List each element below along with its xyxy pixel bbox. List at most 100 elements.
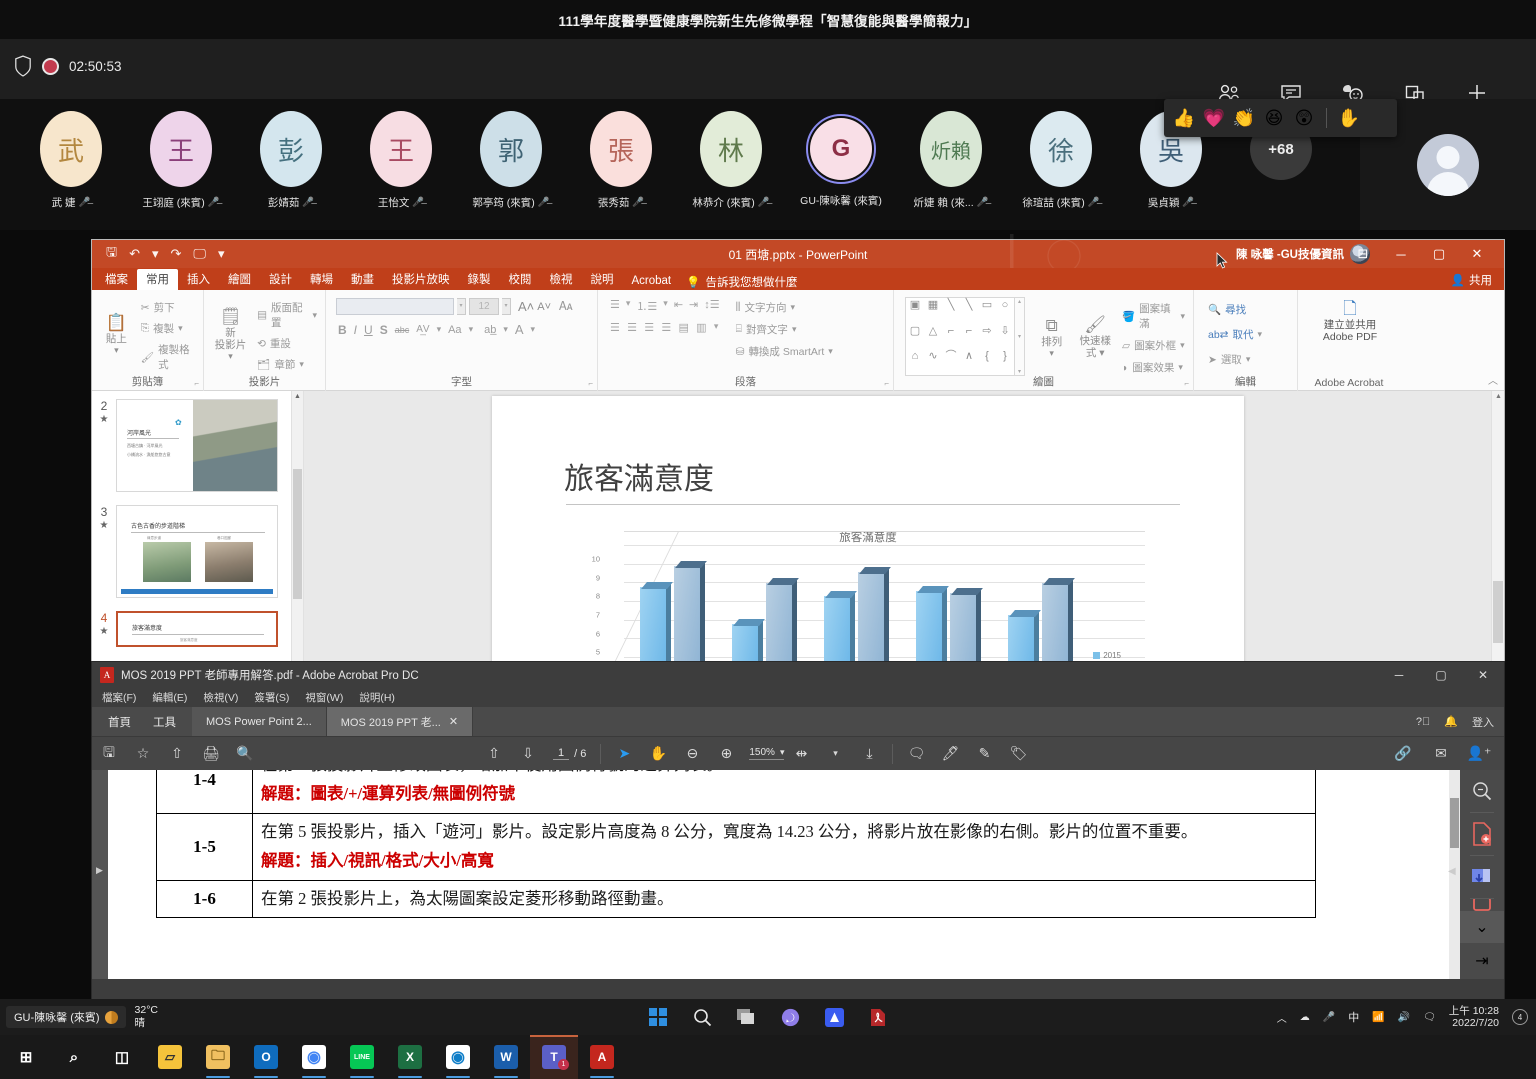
shape-freeform-icon[interactable]: ∿ [924,349,942,375]
outlook-app[interactable]: O [242,1035,290,1079]
replace-button[interactable]: ab⇄ 取代 ▾ [1206,326,1291,343]
chart-bar[interactable] [674,561,707,671]
shape-outline-button[interactable]: ▱ 圖案外框 ▾ [1120,337,1187,354]
document-tab[interactable]: MOS Power Point 2... [192,707,327,736]
current-slide[interactable]: 旅客滿意度 旅客滿意度 10987654 2015 2019 [492,396,1244,676]
acrobat-app[interactable]: A [578,1035,626,1079]
shape-triangle-icon[interactable]: △ [924,324,942,350]
underline-button[interactable]: U [364,323,373,337]
sign-icon[interactable]: ✎ [967,737,1001,771]
create-pdf-icon[interactable] [1460,813,1504,855]
comment-icon[interactable]: 🗨 [899,737,933,771]
reaction-heart[interactable]: 💗 [1202,109,1226,127]
select-button[interactable]: ➤ 選取 ▾ [1206,351,1291,368]
chart-bar[interactable] [950,587,983,671]
chart-bar[interactable] [824,591,857,671]
file-explorer-app[interactable]: 🗀 [194,1035,242,1079]
slide-scrollbar[interactable]: ▲ ▼ [1491,391,1504,669]
chevron-down-icon[interactable]: ▾ [437,324,442,335]
word-app[interactable]: W [482,1035,530,1079]
thumbnail-scrollbar[interactable]: ▲ [291,391,303,669]
save-icon[interactable]: 🖫 [92,737,126,771]
shape-roundrect-icon[interactable]: ▢ [906,324,924,350]
close-button[interactable]: ✕ [1462,662,1504,687]
link-icon[interactable]: 🔗 [1386,737,1420,771]
expand-nav-pane-icon[interactable]: ▶ [96,865,103,876]
chevron-down-icon[interactable]: ▾ [1180,340,1185,351]
find-button[interactable]: 🔍 尋找 [1206,301,1291,318]
stamp-icon[interactable]: 🏷 [1001,737,1035,771]
participant-tile[interactable]: 張 張秀茹 🎤̶ [576,111,666,210]
chevron-down-icon[interactable]: ▾ [531,324,536,335]
font-name-dropdown-icon[interactable]: ▾ [457,298,466,315]
teams-chat-icon[interactable] [779,1006,801,1028]
menu-sign[interactable]: 簽署(S) [254,690,289,705]
fill-sign-icon[interactable]: ⤓ [852,737,886,771]
minimize-button[interactable]: ─ [1378,662,1420,687]
tab-animations[interactable]: 動畫 [342,269,383,290]
font-name-input[interactable] [336,298,454,315]
columns-icon[interactable]: ▥ [696,321,708,334]
page-up-icon[interactable]: ⇧ [477,737,511,771]
menu-window[interactable]: 視窗(W) [305,690,343,705]
format-painter-button[interactable]: 🖌 複製格式 [139,341,197,373]
line-spacing-icon[interactable]: ↕☰ [704,298,719,314]
participant-tile[interactable]: 王 王怡文 🎤̶ [356,111,446,210]
distributed-icon[interactable]: ▤ [679,321,691,334]
chevron-down-icon[interactable]: ▾ [663,298,668,314]
shape-right-brace-icon[interactable]: } [996,349,1014,375]
slide-thumbnail[interactable]: 旅客滿意度 旅客滿意度 [116,611,278,647]
font-size-dropdown-icon[interactable]: ▾ [502,298,511,315]
cut-button[interactable]: ✂ 剪下 [139,299,197,316]
chevron-down-icon[interactable]: ▾ [828,346,833,357]
minimize-button[interactable]: ─ [1382,240,1420,268]
mic-icon[interactable]: 🎤 [1323,1012,1335,1023]
justify-icon[interactable]: ☰ [661,321,672,334]
italic-button[interactable]: I [354,323,357,337]
align-text-button[interactable]: ⌸ 對齊文字 ▾ [734,321,835,338]
clipboard-dialog-launcher[interactable]: ⌐ [194,379,199,388]
convert-smartart-button[interactable]: ⛁ 轉換成 SmartArt ▾ [734,343,835,360]
zoom-out-icon[interactable]: ⊖ [675,737,709,771]
acrobat-icon[interactable] [867,1006,889,1028]
chevron-down-icon[interactable]: ▾ [1178,362,1183,373]
chart-bar[interactable] [1042,578,1075,671]
tab-view[interactable]: 檢視 [541,269,582,290]
wifi-icon[interactable]: 📶 [1372,1012,1384,1023]
app-icon[interactable] [823,1006,845,1028]
menu-help[interactable]: 說明(H) [359,690,395,705]
shape-down-arrow-icon[interactable]: ⇩ [996,324,1014,350]
chevron-down-icon[interactable]: ▾ [469,324,474,335]
upload-icon[interactable]: ⇧ [160,737,194,771]
tell-me-search[interactable]: 💡 告訴我您想做什麼 [686,274,797,290]
volume-icon[interactable]: 🔊 [1398,1012,1410,1023]
menu-view[interactable]: 檢視(V) [203,690,238,705]
scrollbar-thumb[interactable] [1493,581,1503,643]
increase-font-size-icon[interactable]: A˄ [518,299,534,314]
tab-record[interactable]: 錄製 [459,269,500,290]
decrease-indent-icon[interactable]: ⇤ [674,298,683,314]
font-dialog-launcher[interactable]: ⌐ [588,379,593,388]
chevron-down-icon[interactable]: ▾ [178,323,183,334]
tab-insert[interactable]: 插入 [178,269,219,290]
chart-bar[interactable] [766,578,799,671]
shape-chart-icon[interactable]: ▦ [924,298,942,324]
shape-arrow-icon[interactable]: ╲ [960,298,978,324]
shape-left-brace-icon[interactable]: { [978,349,996,375]
share-button[interactable]: 👤 共用 [1451,272,1492,288]
excel-app[interactable]: X [386,1035,434,1079]
bold-button[interactable]: B [338,323,347,337]
paste-button[interactable]: 📋 貼上 ▾ [98,295,135,373]
scroll-up-icon[interactable]: ▲ [294,393,301,400]
chevron-down-icon[interactable]: ▾ [626,298,631,314]
chart-bar[interactable] [858,567,891,671]
collapse-ribbon-icon[interactable]: ︿ [1488,372,1498,387]
participant-tile[interactable]: 林 林恭介 (來賓) 🎤̶ [686,111,776,210]
shape-line-icon[interactable]: ╲ [942,298,960,324]
chevron-down-icon[interactable]: ⌄ [1460,911,1504,943]
paste-dropdown-icon[interactable]: ▾ [114,345,119,356]
text-highlight-color-icon[interactable]: ab̲ [484,324,496,336]
ribbon-display-options-icon[interactable]: ⊟ [1344,240,1382,268]
acrobat-nav-pane[interactable]: ▶ [92,770,108,979]
document-tab-active[interactable]: MOS 2019 PPT 老... ✕ [326,707,474,736]
